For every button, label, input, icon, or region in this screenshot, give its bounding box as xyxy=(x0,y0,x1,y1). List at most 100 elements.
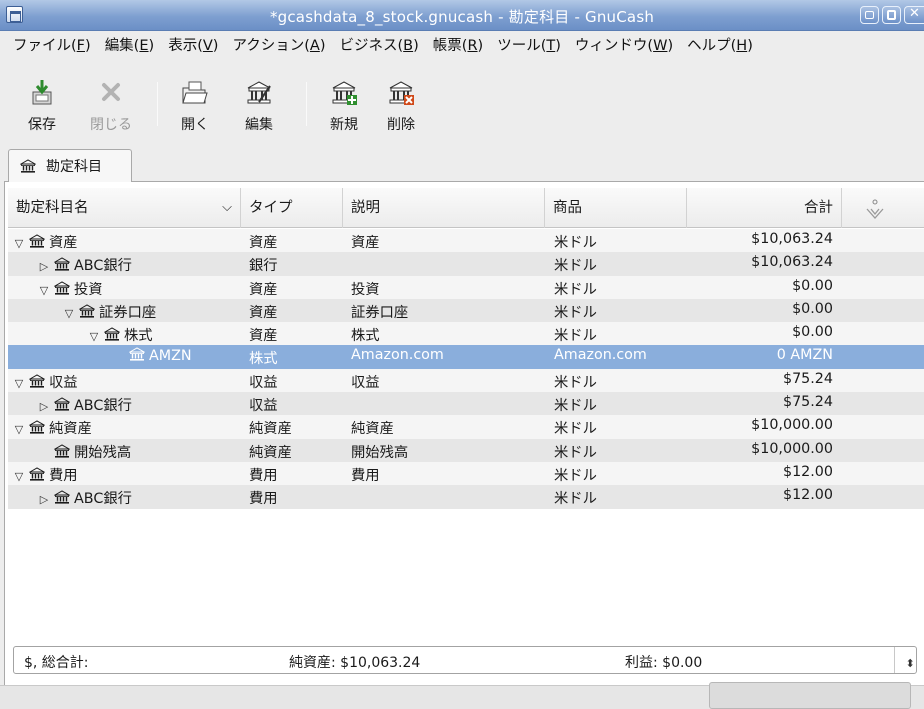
account-description: 投資 xyxy=(351,281,380,298)
expander-open-icon[interactable]: ▽ xyxy=(12,377,26,390)
account-type: 収益 xyxy=(249,398,278,415)
account-commodity: 米ドル xyxy=(554,421,597,438)
account-name-cell: ▽ 投資 xyxy=(37,278,103,299)
expander-open-icon[interactable]: ▽ xyxy=(12,470,26,483)
account-total: $75.24 xyxy=(782,370,833,387)
account-type: 銀行 xyxy=(249,258,278,275)
expander-open-icon[interactable]: ▽ xyxy=(62,307,76,320)
close-icon xyxy=(97,78,125,106)
delete-account-button[interactable]: 削除 xyxy=(379,78,423,134)
account-total: $12.00 xyxy=(782,463,833,480)
bank-icon xyxy=(53,490,71,504)
menu-item[interactable]: ヘルプ(H) xyxy=(680,34,760,55)
account-total: $12.00 xyxy=(782,487,833,504)
column-header-commodity[interactable]: 商品 xyxy=(545,188,687,228)
column-header-description[interactable]: 説明 xyxy=(343,188,545,228)
new-account-button[interactable]: 新規 xyxy=(322,78,366,134)
account-commodity: 米ドル xyxy=(554,235,597,251)
expander-open-icon[interactable]: ▽ xyxy=(37,284,51,297)
account-row[interactable]: AMZN 株式 Amazon.com Amazon.com 0 AMZN xyxy=(8,345,924,369)
account-row[interactable]: ▽ 株式 資産 株式 米ドル $0.00 xyxy=(8,322,924,346)
account-name-cell: ▽ 株式 xyxy=(87,324,153,345)
account-name: 費用 xyxy=(49,467,78,484)
account-name-cell: ▷ ABC銀行 xyxy=(37,394,132,415)
account-total: 0 AMZN xyxy=(776,347,833,364)
bank-icon xyxy=(53,397,71,411)
bank-icon xyxy=(53,281,71,295)
toolbar: 保存 閉じる 開く 編集 新規 削除 xyxy=(0,58,924,142)
menu-item[interactable]: ウィンドウ(W) xyxy=(568,34,680,55)
account-total: $10,063.24 xyxy=(751,231,833,247)
menu-item[interactable]: ファイル(F) xyxy=(6,34,98,55)
account-row[interactable]: ▷ ABC銀行 銀行 米ドル $10,063.24 xyxy=(8,252,924,276)
account-row[interactable]: ▷ ABC銀行 費用 米ドル $12.00 xyxy=(8,485,924,509)
edit-account-icon xyxy=(245,78,273,106)
account-commodity: 米ドル xyxy=(554,491,597,508)
account-description: Amazon.com xyxy=(351,347,444,364)
accounts-tree: ▽ 資産 資産 資産 米ドル $10,063.24 ▷ ABC銀行 銀行 米ドル $10,063.2… xyxy=(8,229,924,509)
column-header-total[interactable]: 合計 xyxy=(687,188,842,228)
menu-item[interactable]: アクション(A) xyxy=(225,34,332,55)
account-type: 株式 xyxy=(249,351,278,368)
column-header-type[interactable]: タイプ xyxy=(241,188,343,228)
toolbar-separator xyxy=(306,82,307,126)
bank-icon xyxy=(78,304,96,318)
account-type: 資産 xyxy=(249,328,278,345)
account-row[interactable]: ▽ 費用 費用 費用 米ドル $12.00 xyxy=(8,461,924,486)
menu-item[interactable]: 編集(E) xyxy=(98,34,162,55)
window-title: *gcashdata_8_stock.gnucash - 勘定科目 - GnuC… xyxy=(269,8,655,26)
account-commodity: 米ドル xyxy=(554,374,597,391)
account-row[interactable]: ▽ 収益 収益 収益 米ドル $75.24 xyxy=(8,368,924,393)
account-row[interactable]: 開始残高 純資産 開始残高 米ドル $10,000.00 xyxy=(8,438,924,462)
expander-closed-icon[interactable]: ▷ xyxy=(37,260,51,273)
bank-icon xyxy=(28,234,46,248)
expander-open-icon[interactable]: ▽ xyxy=(87,330,101,343)
account-type: 純資産 xyxy=(249,421,292,438)
column-header-name[interactable]: 勘定科目名 ⌵ xyxy=(8,188,241,228)
bank-icon xyxy=(128,347,146,362)
account-name: ABC銀行 xyxy=(74,491,132,508)
account-row[interactable]: ▷ ABC銀行 収益 米ドル $75.24 xyxy=(8,392,924,416)
summary-selector-button[interactable]: ⬍ xyxy=(894,647,916,673)
close-button[interactable]: 閉じる xyxy=(89,78,133,134)
tab-label: 勘定科目 xyxy=(46,159,102,175)
expander-closed-icon[interactable]: ▷ xyxy=(37,400,51,413)
new-account-icon xyxy=(330,78,358,106)
account-name-cell: ▽ 資産 xyxy=(12,231,78,252)
account-row[interactable]: ▽ 証券口座 資産 証券口座 米ドル $0.00 xyxy=(8,298,924,323)
account-name: 収益 xyxy=(49,374,78,391)
minimize-button[interactable] xyxy=(860,6,879,24)
menu-item[interactable]: ツール(T) xyxy=(490,34,568,55)
account-name-cell: ▽ 費用 xyxy=(12,464,78,485)
account-row[interactable]: ▽ 資産 資産 資産 米ドル $10,063.24 xyxy=(8,229,924,253)
edit-button[interactable]: 編集 xyxy=(237,78,281,134)
account-name: ABC銀行 xyxy=(74,258,132,275)
maximize-button[interactable] xyxy=(882,6,901,24)
account-type: 資産 xyxy=(249,281,278,298)
bank-icon xyxy=(19,159,37,173)
bank-icon xyxy=(28,374,46,388)
account-type: 収益 xyxy=(249,374,278,391)
close-window-button[interactable] xyxy=(904,6,924,24)
account-description: 収益 xyxy=(351,374,380,391)
account-total: $0.00 xyxy=(792,300,833,317)
account-name-cell: 開始残高 xyxy=(37,441,131,462)
bank-icon xyxy=(53,444,71,458)
account-name: ABC銀行 xyxy=(74,398,132,415)
save-button[interactable]: 保存 xyxy=(20,78,64,134)
expander-open-icon[interactable]: ▽ xyxy=(12,423,26,436)
menu-item[interactable]: 表示(V) xyxy=(161,34,225,55)
account-row[interactable]: ▽ 純資産 純資産 純資産 米ドル $10,000.00 xyxy=(8,415,924,439)
bank-icon xyxy=(28,420,46,434)
account-row[interactable]: ▽ 投資 資産 投資 米ドル $0.00 xyxy=(8,275,924,299)
menu-bar: ファイル(F) 編集(E) 表示(V) アクション(A) ビジネス(B) 帳票(R) ツール… xyxy=(0,31,924,58)
expander-closed-icon[interactable]: ▷ xyxy=(37,493,51,506)
expander-open-icon[interactable]: ▽ xyxy=(12,237,26,250)
tab-accounts[interactable]: 勘定科目 xyxy=(8,149,132,182)
menu-item[interactable]: 帳票(R) xyxy=(426,34,490,55)
column-selector-button[interactable] xyxy=(842,188,924,228)
account-commodity: 米ドル xyxy=(554,328,597,345)
account-name-cell: ▽ 証券口座 xyxy=(62,301,156,322)
open-button[interactable]: 開く xyxy=(173,78,217,134)
menu-item[interactable]: ビジネス(B) xyxy=(333,34,426,55)
